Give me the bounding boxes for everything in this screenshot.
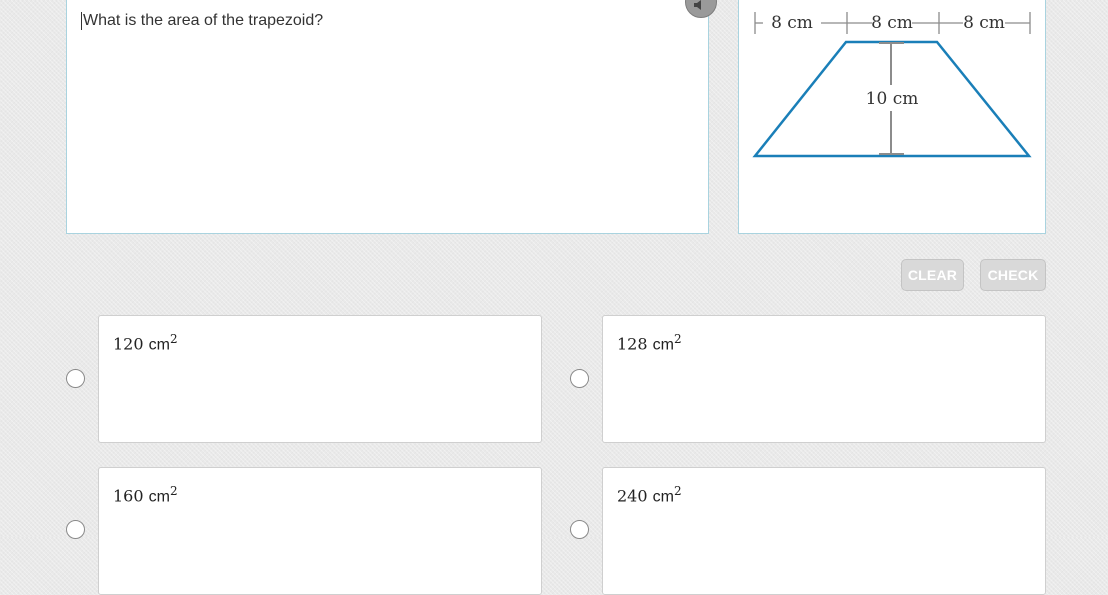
- segment-label-right: 8 cm: [963, 13, 1005, 33]
- choice-exponent: 2: [169, 332, 178, 346]
- question-panel: What is the area of the trapezoid?: [66, 0, 709, 234]
- height-label: 10 cm: [866, 89, 919, 109]
- choice-value: 240: [617, 486, 648, 506]
- choice-label-a: 120 cm2: [113, 332, 178, 354]
- clear-button[interactable]: CLEAR: [901, 259, 964, 291]
- speaker-icon: [694, 0, 701, 10]
- choice-card-b[interactable]: 128 cm2: [602, 315, 1046, 443]
- choice-card-d[interactable]: 240 cm2: [602, 467, 1046, 595]
- choice-card-c[interactable]: 160 cm2: [98, 467, 542, 595]
- choice-radio-b[interactable]: [570, 369, 589, 388]
- choice-exponent: 2: [169, 484, 178, 498]
- choice-exponent: 2: [673, 484, 682, 498]
- choice-label-d: 240 cm2: [617, 484, 682, 506]
- choice-label-c: 160 cm2: [113, 484, 178, 506]
- question-text: What is the area of the trapezoid?: [81, 12, 324, 30]
- trapezoid-diagram: 8 cm 8 cm 8 cm 10 cm: [752, 12, 1032, 158]
- choice-radio-d[interactable]: [570, 520, 589, 539]
- segment-label-left: 8 cm: [771, 13, 813, 33]
- check-button[interactable]: CHECK: [980, 259, 1046, 291]
- choice-unit: cm: [148, 488, 170, 506]
- choice-unit: cm: [652, 336, 674, 354]
- choice-radio-a[interactable]: [66, 369, 85, 388]
- choice-unit: cm: [652, 488, 674, 506]
- choice-exponent: 2: [673, 332, 682, 346]
- choice-radio-c[interactable]: [66, 520, 85, 539]
- segment-label-middle: 8 cm: [871, 13, 913, 33]
- choice-card-a[interactable]: 120 cm2: [98, 315, 542, 443]
- choice-value: 120: [113, 334, 144, 354]
- choice-value: 160: [113, 486, 144, 506]
- choice-unit: cm: [148, 336, 170, 354]
- choice-label-b: 128 cm2: [617, 332, 682, 354]
- trapezoid-figure-panel: 8 cm 8 cm 8 cm 10 cm: [738, 0, 1046, 234]
- choice-value: 128: [617, 334, 648, 354]
